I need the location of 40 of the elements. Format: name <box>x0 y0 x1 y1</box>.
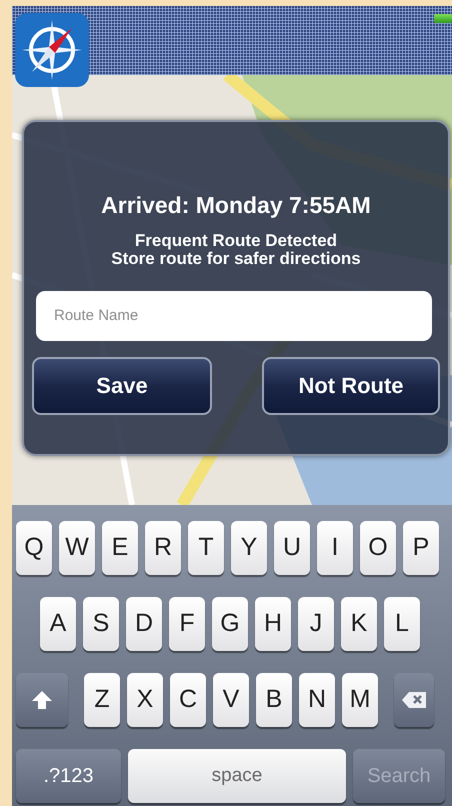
key[interactable]: V <box>213 673 249 727</box>
key[interactable]: T <box>188 521 224 575</box>
key[interactable]: U <box>274 521 310 575</box>
key[interactable]: B <box>256 673 292 727</box>
key[interactable]: Z <box>84 673 120 727</box>
numbers-key[interactable]: .?123 <box>16 749 121 803</box>
key[interactable]: E <box>102 521 138 575</box>
dialog-title: Arrived: Monday 7:55AM <box>100 192 372 220</box>
key[interactable]: H <box>255 597 291 651</box>
key[interactable]: I <box>317 521 353 575</box>
key[interactable]: G <box>212 597 248 651</box>
key[interactable]: J <box>298 597 334 651</box>
key[interactable]: K <box>341 597 377 651</box>
key[interactable]: F <box>169 597 205 651</box>
key[interactable]: N <box>299 673 335 727</box>
not-route-button[interactable]: Not Route <box>262 356 440 415</box>
key[interactable]: M <box>342 673 378 727</box>
space-key[interactable]: space <box>128 749 346 803</box>
delete-key[interactable] <box>394 673 434 727</box>
save-button[interactable]: Save <box>32 356 212 415</box>
key[interactable]: S <box>83 597 119 651</box>
key[interactable]: A <box>40 597 76 651</box>
key[interactable]: C <box>170 673 206 727</box>
key[interactable]: P <box>403 521 439 575</box>
delete-icon <box>401 691 427 709</box>
key[interactable]: O <box>360 521 396 575</box>
key[interactable]: Y <box>231 521 267 575</box>
dialog-message: Store route for safer directions <box>110 250 362 269</box>
compass-icon <box>14 12 90 88</box>
key[interactable]: R <box>145 521 181 575</box>
key[interactable]: W <box>59 521 95 575</box>
key[interactable]: X <box>127 673 163 727</box>
key[interactable]: Q <box>16 521 52 575</box>
battery-icon <box>434 14 452 23</box>
key[interactable]: D <box>126 597 162 651</box>
key[interactable]: L <box>384 597 420 651</box>
arrow-up-icon <box>31 690 53 710</box>
shift-key[interactable] <box>16 673 68 727</box>
route-name-field[interactable]: Route Name <box>36 290 432 341</box>
dialog-message: Frequent Route Detected <box>134 232 338 250</box>
